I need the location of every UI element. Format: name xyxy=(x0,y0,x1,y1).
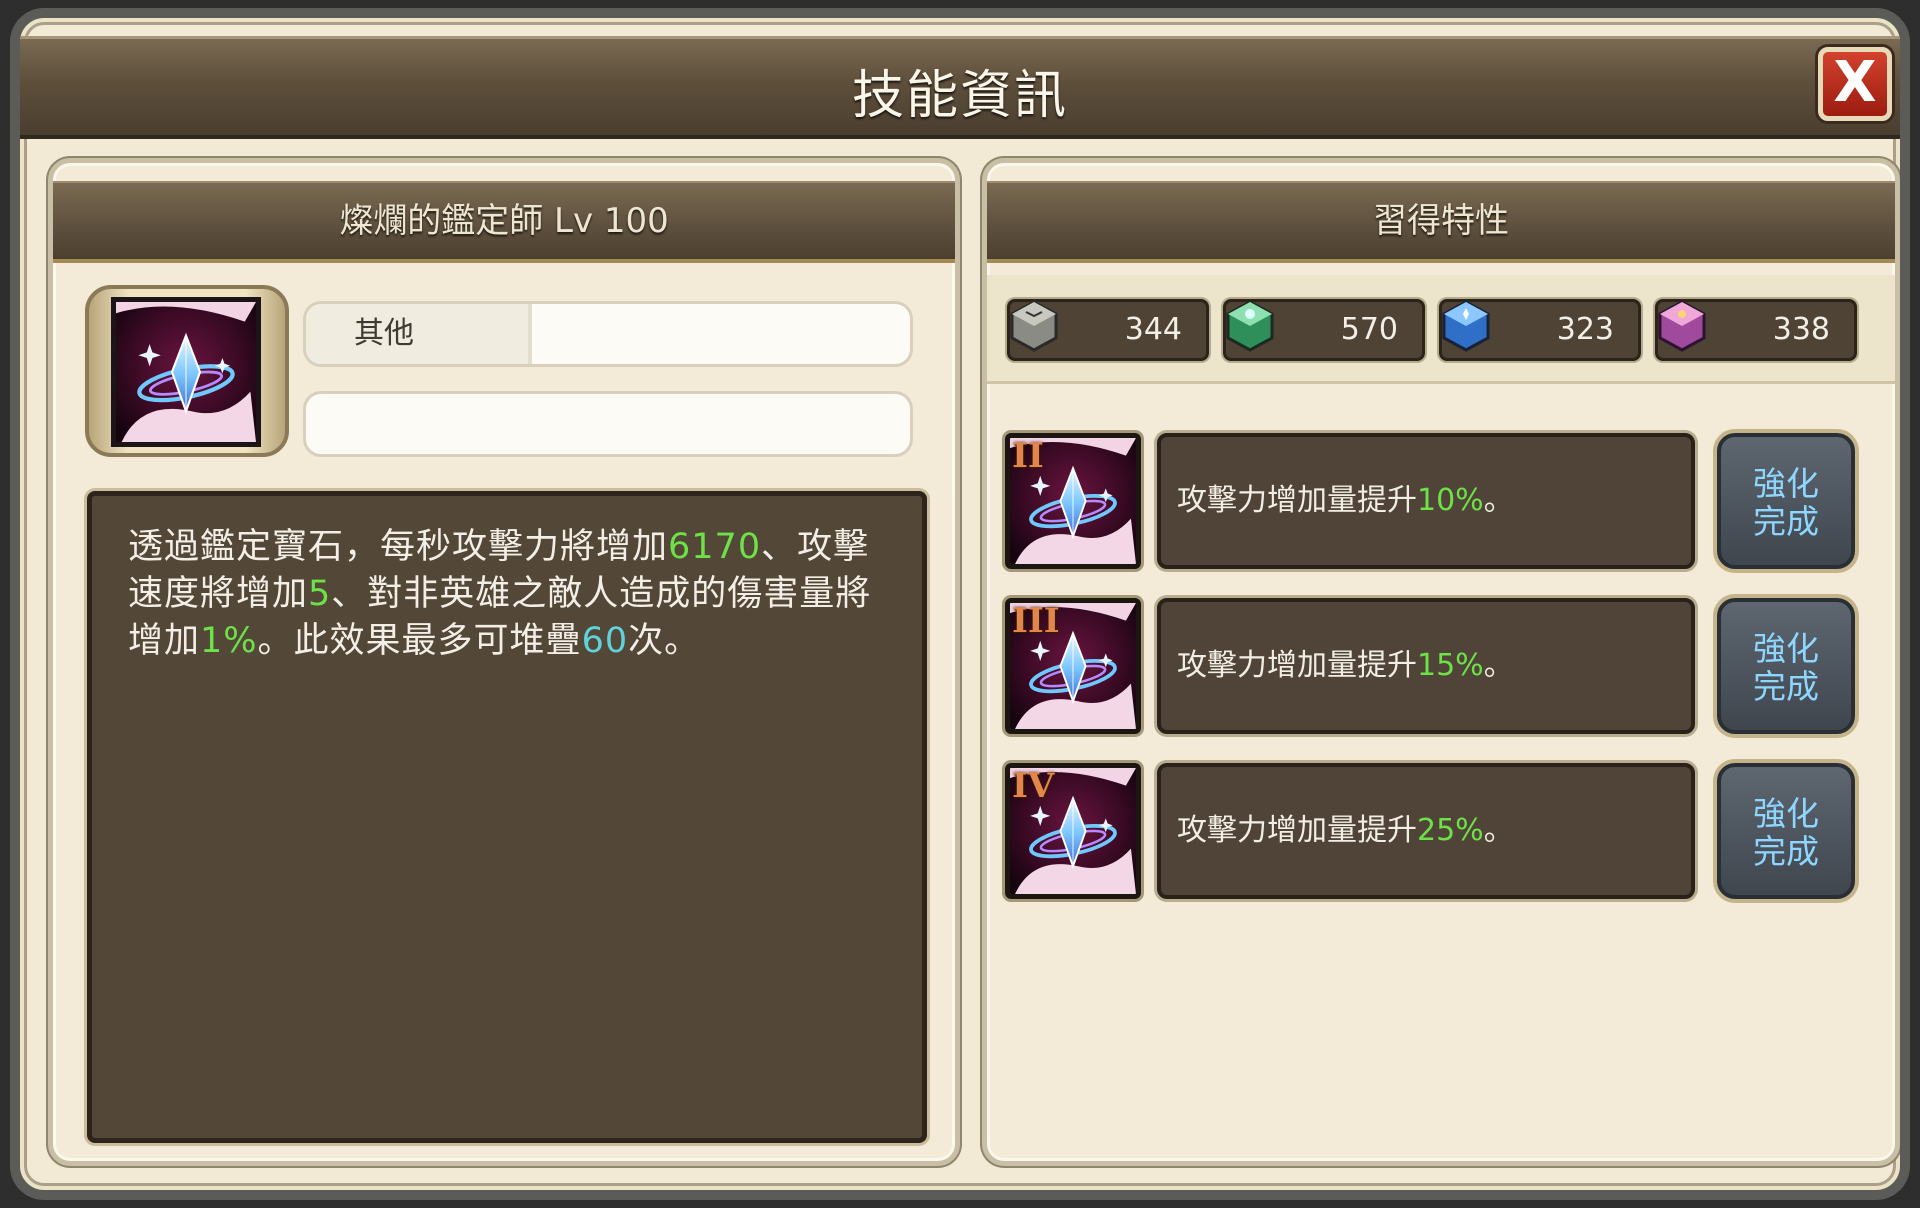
gray-cube-icon xyxy=(1010,300,1058,352)
desc-value-speed: 5 xyxy=(308,574,332,614)
desc-text: 。此效果最多可堆疊 xyxy=(257,621,582,661)
trait-icon: III xyxy=(1005,598,1141,734)
trait-text: 攻擊力增加量提升 xyxy=(1177,483,1417,518)
skill-category: 其他 xyxy=(306,304,532,364)
desc-text: 透過鑑定寶石，每秒攻擊力將增加 xyxy=(128,527,669,567)
resource-green-value: 570 xyxy=(1340,312,1398,347)
trait-suffix: 。 xyxy=(1483,648,1514,683)
trait-icon: IV xyxy=(1005,763,1141,899)
resource-blue-value: 323 xyxy=(1556,312,1614,347)
trait-text: 攻擊力增加量提升 xyxy=(1177,813,1417,848)
trait-value: 10% xyxy=(1417,483,1484,518)
resource-gray-value: 344 xyxy=(1124,312,1182,347)
desc-value-attack: 6170 xyxy=(668,527,762,567)
button-line-1: 強化 xyxy=(1753,794,1819,833)
window-title: 技能資訊 xyxy=(851,66,1068,126)
trait-text: 攻擊力增加量提升 xyxy=(1177,648,1417,683)
skill-info-window: 技能資訊 X 燦爛的鑑定師 Lv 100 其他 透過鑑定寶石，每秒攻擊力將增加6… xyxy=(10,8,1910,1200)
gem-hand-icon xyxy=(111,297,261,447)
enhance-complete-button[interactable]: 強化 完成 xyxy=(1717,433,1855,569)
skill-description: 透過鑑定寶石，每秒攻擊力將增加6170、攻擊速度將增加5、對非英雄之敵人造成的傷… xyxy=(87,491,927,1143)
trait-row-2: II 攻擊力增加量提升10%。 強化 完成 xyxy=(1005,433,1875,569)
trait-tier: III xyxy=(1012,601,1060,641)
skill-secondary-row xyxy=(303,391,913,457)
enhance-complete-button[interactable]: 強化 完成 xyxy=(1717,763,1855,899)
desc-value-damage: 1% xyxy=(200,621,258,661)
desc-text: 次。 xyxy=(628,621,701,661)
resource-bar: 344 570 323 338 xyxy=(987,275,1895,384)
button-line-1: 強化 xyxy=(1753,464,1819,503)
trait-suffix: 。 xyxy=(1483,813,1514,848)
resource-blue: 323 xyxy=(1439,299,1641,361)
button-line-2: 完成 xyxy=(1753,667,1819,706)
trait-icon: II xyxy=(1005,433,1141,569)
button-line-2: 完成 xyxy=(1753,832,1819,871)
resource-purple: 338 xyxy=(1655,299,1857,361)
title-bar: 技能資訊 X xyxy=(20,36,1900,139)
trait-description: 攻擊力增加量提升15%。 xyxy=(1157,598,1695,734)
resource-purple-value: 338 xyxy=(1772,312,1830,347)
skill-icon-frame xyxy=(85,285,289,457)
learned-traits-title: 習得特性 xyxy=(987,181,1895,263)
skill-category-row: 其他 xyxy=(303,301,913,367)
enhance-complete-button[interactable]: 強化 完成 xyxy=(1717,598,1855,734)
trait-suffix: 。 xyxy=(1483,483,1514,518)
trait-tier: IV xyxy=(1012,766,1055,806)
trait-value: 25% xyxy=(1417,813,1484,848)
button-line-2: 完成 xyxy=(1753,502,1819,541)
close-button[interactable]: X xyxy=(1818,47,1892,121)
trait-value: 15% xyxy=(1417,648,1484,683)
trait-tier: II xyxy=(1012,436,1044,476)
green-cube-icon xyxy=(1226,300,1274,352)
purple-cube-icon xyxy=(1658,300,1706,352)
trait-row-3: III 攻擊力增加量提升15%。 強化 完成 xyxy=(1005,598,1875,734)
trait-description: 攻擊力增加量提升10%。 xyxy=(1157,433,1695,569)
button-line-1: 強化 xyxy=(1753,629,1819,668)
resource-green: 570 xyxy=(1223,299,1425,361)
learned-traits-panel: 習得特性 344 570 323 338 II 攻擊力增加量提升10%。 強化 … xyxy=(982,158,1900,1166)
skill-name-level: 燦爛的鑑定師 Lv 100 xyxy=(53,181,955,263)
trait-description: 攻擊力增加量提升25%。 xyxy=(1157,763,1695,899)
trait-row-4: IV 攻擊力增加量提升25%。 強化 完成 xyxy=(1005,763,1875,899)
desc-value-stacks: 60 xyxy=(581,621,629,661)
resource-gray: 344 xyxy=(1007,299,1209,361)
blue-cube-icon xyxy=(1442,300,1490,352)
skill-detail-panel: 燦爛的鑑定師 Lv 100 其他 透過鑑定寶石，每秒攻擊力將增加6170、攻擊速… xyxy=(48,158,960,1166)
